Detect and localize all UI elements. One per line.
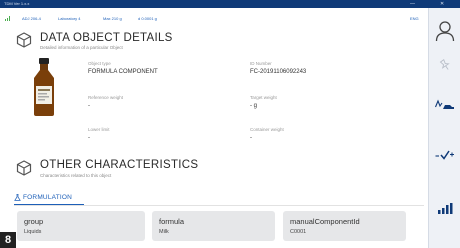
characteristics-subtitle: Characteristics related to this object (40, 173, 112, 178)
manual-component-label: manualComponentId (290, 217, 360, 226)
window-titlebar: TDM Ver 1.x.x — ✕ (0, 0, 460, 8)
target-weight-label: Target weight (250, 95, 277, 100)
target-weight-value: - g (250, 103, 258, 109)
tab-divider (14, 205, 424, 206)
flask-icon (14, 193, 21, 201)
group-card: group Liquids (17, 211, 145, 241)
cube-icon (16, 32, 32, 48)
container-weight-value: - (250, 135, 252, 141)
weighing-mode-icon (435, 99, 454, 109)
status-bar: ADJ 206-4 Laboratory 4 Max 210 g d 0.000… (0, 8, 428, 30)
user-button[interactable] (429, 16, 460, 46)
id-number-label: ID Number (250, 61, 272, 66)
max-capacity: Max 210 g (103, 16, 122, 21)
readability: d 0.0001 g (138, 16, 157, 21)
user-icon (435, 21, 455, 42)
check-plus-button[interactable] (429, 140, 460, 170)
group-value: Liquids (24, 229, 42, 235)
manual-component-card: manualComponentId C0001 (283, 211, 406, 241)
user-label: Laboratory 4 (58, 16, 81, 21)
group-label: group (24, 217, 44, 226)
tab-formulation-label: FORMULATION (23, 193, 73, 201)
figure-number-badge: 8 (0, 232, 16, 248)
close-button[interactable]: ✕ (440, 0, 444, 8)
object-type-value: FORMULA COMPONENT (88, 69, 158, 75)
formula-card: formula Milk (152, 211, 275, 241)
pin-button[interactable] (429, 50, 460, 80)
characteristics-title: OTHER CHARACTERISTICS (40, 159, 199, 171)
pin-icon (439, 59, 450, 70)
container-weight-label: Container weight (250, 127, 284, 132)
app-title: TDM Ver 1.x.x (4, 1, 30, 6)
statistics-button[interactable] (429, 193, 460, 223)
lower-limit-value: - (88, 135, 90, 141)
reference-weight-value: - (88, 103, 90, 109)
weighing-mode-button[interactable] (429, 90, 460, 120)
product-bottle-image (34, 58, 54, 116)
tab-formulation[interactable]: FORMULATION (14, 190, 72, 204)
connection-icon (5, 16, 11, 22)
balance-model: ADJ 206-4 (22, 16, 41, 21)
language-selector[interactable]: ENG (410, 16, 419, 21)
formula-label: formula (159, 217, 185, 226)
reference-weight-label: Reference weight (88, 95, 124, 100)
details-subtitle: Detailed information of a particular Obj… (40, 45, 123, 50)
object-type-label: Object type (88, 61, 111, 66)
check-plus-icon (435, 150, 454, 160)
bar-chart-icon (438, 203, 453, 214)
lower-limit-label: Lower limit (88, 127, 110, 132)
cube-icon (16, 160, 32, 176)
id-number-value: FC-20191106092243 (250, 69, 307, 75)
details-title: DATA OBJECT DETAILS (40, 32, 173, 44)
minimize-button[interactable]: — (410, 0, 415, 8)
manual-component-value: C0001 (290, 229, 307, 235)
formula-value: Milk (159, 229, 169, 235)
right-sidebar (428, 8, 460, 248)
